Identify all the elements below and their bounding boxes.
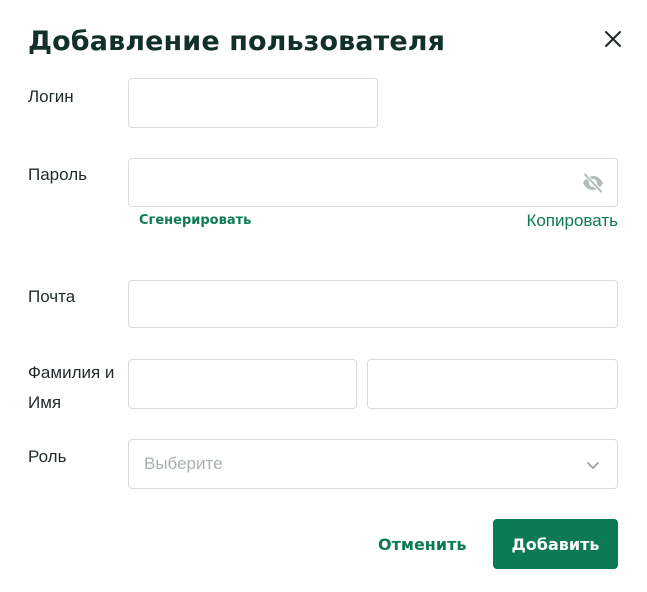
name-label: Фамилия и Имя [28,363,115,412]
email-field-wrapper [128,280,618,328]
add-user-dialog: Добавление пользователя Логин Пароль Сге… [0,0,647,592]
eye-off-icon[interactable] [581,171,605,195]
dialog-title: Добавление пользователя [28,26,446,57]
login-label: Логин [28,87,74,106]
email-label: Почта [28,287,76,306]
chevron-down-icon [587,462,599,469]
role-label: Роль [28,447,67,466]
role-select-placeholder: Выберите [144,454,223,473]
generate-password-link[interactable]: Сгенерировать [139,213,251,228]
first-name-field-wrapper [367,359,618,409]
last-name-field-wrapper [128,359,357,409]
close-icon[interactable] [600,26,626,52]
password-input[interactable] [129,159,617,206]
first-name-input[interactable] [368,360,617,408]
login-input[interactable] [129,79,377,127]
last-name-input[interactable] [129,360,356,408]
role-select[interactable]: Выберите [128,439,618,489]
copy-password-link[interactable]: Копировать [526,211,618,231]
password-label: Пароль [28,165,87,184]
add-user-button[interactable]: Добавить [493,519,618,569]
email-input[interactable] [129,281,617,327]
login-field-wrapper [128,78,378,128]
password-field-wrapper [128,158,618,207]
cancel-button[interactable]: Отменить [378,535,466,554]
